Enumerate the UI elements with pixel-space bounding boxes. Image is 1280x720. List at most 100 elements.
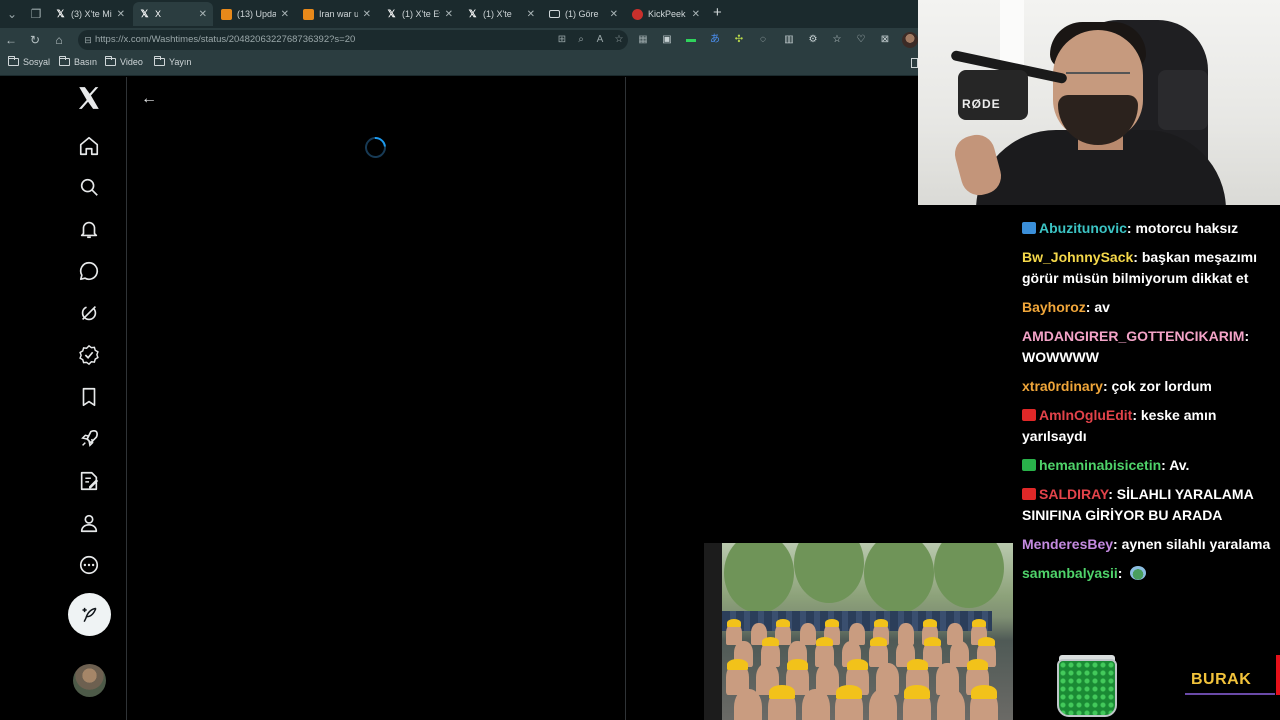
- nav-item-explore[interactable]: [72, 170, 106, 204]
- nav-item-articles[interactable]: [72, 464, 106, 498]
- tab-close-icon[interactable]: ✕: [527, 9, 535, 20]
- account-avatar[interactable]: [73, 664, 106, 697]
- chat-username[interactable]: MenderesBey: [1022, 536, 1113, 552]
- chat-username[interactable]: hemaninabisicetin: [1039, 457, 1161, 473]
- message-icon: [79, 261, 99, 281]
- verified-icon: [79, 344, 99, 366]
- nav-item-profile[interactable]: [72, 506, 106, 540]
- chat-username[interactable]: Bayhoroz: [1022, 299, 1086, 315]
- extension-3-icon[interactable]: ▬: [684, 33, 698, 47]
- browser-tab[interactable]: (13) Update: ✕: [215, 2, 295, 26]
- post-button[interactable]: [68, 593, 111, 636]
- hard-hat: [971, 685, 998, 699]
- tab-close-icon[interactable]: ✕: [610, 9, 618, 20]
- tab-title: (1) X'te Etkil: [402, 9, 440, 19]
- site-info-icon[interactable]: ⊟: [82, 34, 94, 46]
- chat-username[interactable]: AmInOgluEdit: [1039, 407, 1132, 423]
- chat-badge-icon: [1022, 488, 1036, 500]
- bookmark-folder-yayin[interactable]: Yayın: [154, 56, 191, 67]
- favorites-icon[interactable]: ☆: [830, 33, 844, 47]
- hard-hat: [825, 619, 840, 627]
- tab-close-icon[interactable]: ✕: [692, 9, 700, 20]
- feather-plus-icon: [82, 607, 97, 622]
- nav-item-home[interactable]: [72, 129, 106, 163]
- bell-icon: [80, 221, 98, 239]
- browser-tab[interactable]: KickPeek - R ✕: [626, 2, 706, 26]
- orange-square-icon: [221, 8, 232, 20]
- chat-username[interactable]: samanbalyasii: [1022, 565, 1118, 581]
- mail-icon: [549, 10, 560, 18]
- read-aloud-icon[interactable]: A: [594, 34, 606, 46]
- hard-hat: [836, 685, 863, 699]
- back-arrow-icon[interactable]: ←: [3, 32, 19, 48]
- other-favorites-icon[interactable]: [911, 58, 918, 68]
- hard-hat: [787, 659, 808, 670]
- bookmark-folder-video[interactable]: Video: [105, 56, 143, 67]
- more-circle-icon: [79, 555, 99, 575]
- chat-message: AmInOgluEdit: keske amın yarılsaydı: [1022, 407, 1217, 444]
- browser-essentials-icon[interactable]: ♡: [854, 33, 868, 47]
- reload-icon[interactable]: ↻: [27, 32, 43, 48]
- tab-close-icon[interactable]: ✕: [445, 9, 453, 20]
- tab-search-chevron-icon[interactable]: ⌄: [3, 5, 21, 23]
- browser-tab[interactable]: 𝕏 X ✕: [133, 2, 213, 26]
- chat-username[interactable]: AMDANGIRER_GOTTENCIKARIM: [1022, 328, 1244, 344]
- chat-message: Bw_JohnnySack: başkan meşazımı görür müs…: [1022, 249, 1257, 286]
- nav-item-premium[interactable]: [72, 422, 106, 456]
- extension-6-icon[interactable]: ◌: [756, 33, 770, 47]
- extension-1-icon[interactable]: ▦: [636, 33, 650, 47]
- hard-hat: [967, 659, 988, 670]
- workspaces-icon[interactable]: ❐: [27, 5, 45, 23]
- extensions-icon[interactable]: ⚙: [806, 33, 820, 47]
- collections-icon[interactable]: ⊠: [878, 33, 892, 47]
- url-text[interactable]: https://x.com/Washtimes/status/204820632…: [95, 34, 355, 45]
- browser-toolbar: ← ↻ ⌂ ⊟ https://x.com/Washtimes/status/2…: [0, 28, 918, 52]
- compose-article-icon: [80, 471, 99, 491]
- back-arrow-button[interactable]: ←: [139, 89, 159, 109]
- x-logo-icon[interactable]: [76, 85, 102, 111]
- browser-tab[interactable]: 𝕏 (1) X'te Etkil ✕: [380, 2, 459, 26]
- browser-tab[interactable]: 𝕏 (3) X'te Mine ✕: [49, 2, 131, 26]
- home-browser-icon[interactable]: ⌂: [51, 32, 67, 48]
- tab-title: (1) X'te: [483, 9, 512, 19]
- chat-username[interactable]: Bw_JohnnySack: [1022, 249, 1133, 265]
- hard-hat: [727, 619, 741, 627]
- chat-username[interactable]: SALDIRAY: [1039, 486, 1108, 502]
- extension-5-icon[interactable]: ✣: [732, 33, 746, 47]
- nav-item-more[interactable]: [72, 548, 106, 582]
- split-screen-icon[interactable]: ▥: [782, 33, 796, 47]
- nav-item-verified[interactable]: [72, 338, 106, 372]
- nav-item-bookmarks[interactable]: [72, 380, 106, 414]
- browser-tab[interactable]: (1) Göre ✕: [543, 2, 624, 26]
- browser-tab[interactable]: 𝕏 (1) X'te ✕: [461, 2, 541, 26]
- profile-avatar[interactable]: [902, 32, 918, 48]
- nav-item-notifications[interactable]: [72, 212, 106, 246]
- browser-tabstrip: ⌄ ❐ 𝕏(3) X'te Mine✕𝕏X✕(13) Update:✕Iran …: [0, 0, 918, 28]
- browser-tab[interactable]: Iran war upd ✕: [297, 2, 377, 26]
- extension-2-icon[interactable]: ▣: [660, 33, 674, 47]
- zoom-icon[interactable]: ⌕: [575, 34, 587, 46]
- chat-text: av: [1094, 299, 1110, 315]
- favorite-star-icon[interactable]: ☆: [613, 34, 625, 46]
- tab-close-icon[interactable]: ✕: [281, 9, 289, 20]
- address-bar[interactable]: ⊟ https://x.com/Washtimes/status/2048206…: [78, 30, 628, 50]
- chat-message: SALDIRAY: SİLAHLI YARALAMA SINIFINA GİRİ…: [1022, 486, 1254, 523]
- chat-badge-icon: [1022, 222, 1036, 234]
- chat-username[interactable]: xtra0rdinary: [1022, 378, 1103, 394]
- chat-username[interactable]: Abuzitunovic: [1039, 220, 1127, 236]
- bookmarks-bar: Sosyal Basın Video Yayın: [0, 52, 918, 76]
- tab-close-icon[interactable]: ✕: [199, 9, 207, 20]
- earth-emote-icon: [1130, 566, 1147, 580]
- bookmark-folder-basin[interactable]: Basın: [59, 56, 97, 67]
- tab-close-icon[interactable]: ✕: [363, 9, 371, 20]
- folder-icon: [8, 56, 19, 66]
- bookmark-folder-sosyal[interactable]: Sosyal: [8, 56, 50, 67]
- nav-item-grok[interactable]: [72, 296, 106, 330]
- tab-close-icon[interactable]: ✕: [117, 9, 125, 20]
- loading-spinner: [360, 132, 391, 163]
- translate-icon[interactable]: あ: [708, 33, 722, 47]
- app-available-icon[interactable]: ⊞: [556, 34, 568, 46]
- nav-item-messages[interactable]: [72, 254, 106, 288]
- new-tab-button[interactable]: +: [713, 4, 722, 21]
- hard-hat: [847, 659, 868, 670]
